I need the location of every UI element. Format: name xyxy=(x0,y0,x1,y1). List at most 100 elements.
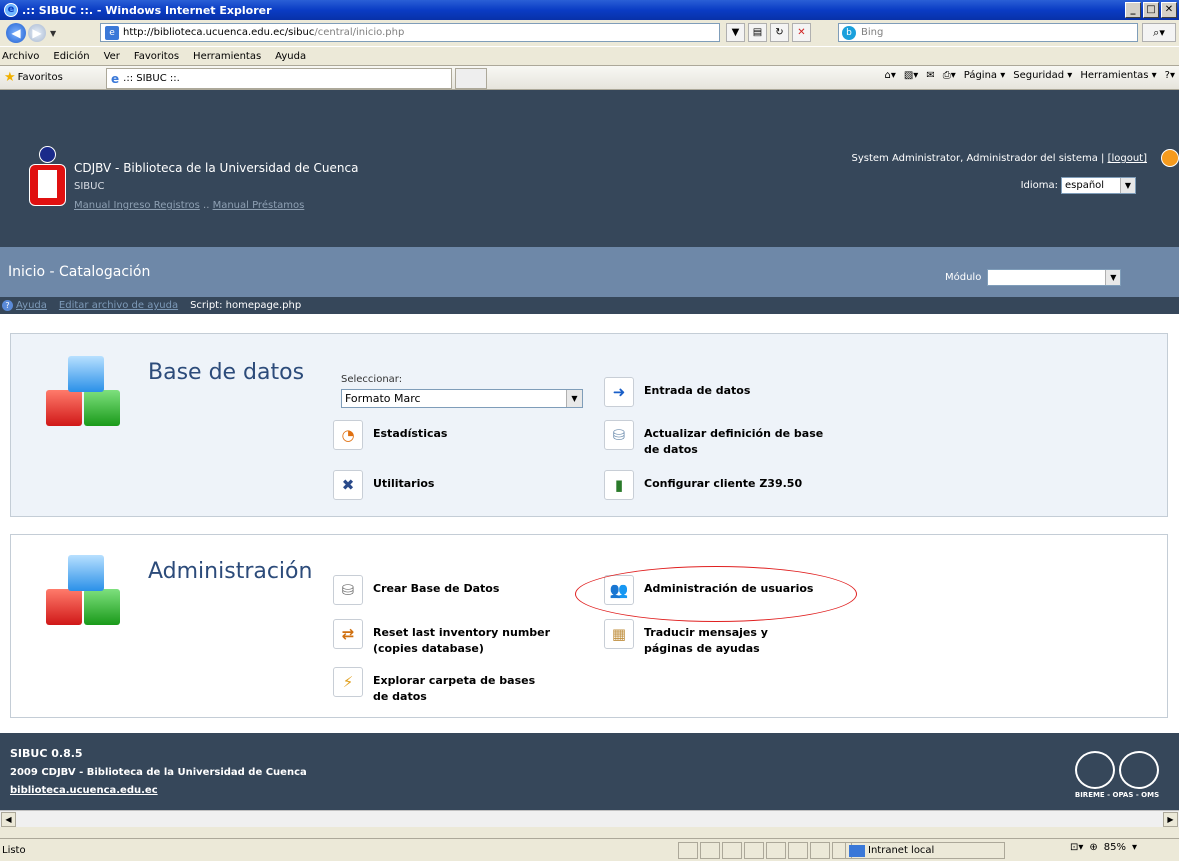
address-tools: ▼ ▤ ↻ ✕ xyxy=(726,23,811,42)
page-title: Inicio - Catalogación xyxy=(8,264,151,280)
chevron-down-icon: ▾ xyxy=(1132,842,1138,853)
estadisticas-button[interactable]: ◔ Estadísticas xyxy=(333,420,447,450)
module-select[interactable]: ▼ xyxy=(987,269,1122,286)
favorites-bar: ★ Favoritos e .:: SIBUC ::. ⌂▾ ▧▾ ✉ ⎙▾ P… xyxy=(0,66,1179,90)
cubes-icon xyxy=(43,555,129,631)
box-icon: ▦ xyxy=(604,619,634,649)
menu-favoritos[interactable]: Favoritos xyxy=(134,51,179,62)
history-dropdown-icon[interactable]: ▼ xyxy=(50,29,60,38)
minimize-button[interactable]: _ xyxy=(1125,2,1141,18)
tools-icon: ✖ xyxy=(333,470,363,500)
menu-archivo[interactable]: Archivo xyxy=(2,51,39,62)
sibuc-logo xyxy=(29,146,66,206)
folder-icon: ⚡ xyxy=(333,667,363,697)
command-bar: ⌂▾ ▧▾ ✉ ⎙▾ Página ▾ Seguridad ▾ Herramie… xyxy=(884,70,1175,81)
manual-ingreso-link[interactable]: Manual Ingreso Registros xyxy=(74,200,200,211)
status-bar: Listo Intranet local ⊡▾ ⊕ 85% ▾ xyxy=(0,838,1179,861)
mail-icon[interactable]: ✉ xyxy=(926,70,934,81)
power-icon[interactable] xyxy=(1161,149,1179,167)
favorites-button[interactable]: ★ Favoritos xyxy=(4,70,63,85)
site-subtitle: SIBUC xyxy=(74,181,105,192)
help-icon[interactable]: ?▾ xyxy=(1165,70,1175,81)
scroll-right-icon[interactable]: ▶ xyxy=(1163,812,1178,827)
chevron-down-icon: ▼ xyxy=(1120,178,1135,193)
arrow-right-icon: ➜ xyxy=(604,377,634,407)
configurar-z3950-button[interactable]: ▮ Configurar cliente Z39.50 xyxy=(604,470,802,500)
title-bar: e .:: SIBUC ::. - Windows Internet Explo… xyxy=(0,0,1179,20)
admin-panel: Administración ⛁ Crear Base de Datos 👥 A… xyxy=(10,534,1168,718)
edit-help-link[interactable]: Editar archivo de ayuda xyxy=(59,300,178,311)
web-page: CDJBV - Biblioteca de la Universidad de … xyxy=(0,90,1179,810)
panel-title: Base de datos xyxy=(148,360,305,385)
url-field[interactable]: e http://biblioteca.ucuenca.edu.ec/sibuc… xyxy=(100,23,720,42)
help-bar: ? Ayuda Editar archivo de ayuda Script: … xyxy=(0,297,1179,314)
zoom-control[interactable]: ⊡▾ ⊕ 85% ▾ xyxy=(1070,842,1137,853)
stop-icon[interactable]: ✕ xyxy=(792,23,811,42)
forward-button[interactable]: ▶ xyxy=(28,24,46,42)
book-search-icon: ▮ xyxy=(604,470,634,500)
intranet-icon xyxy=(849,845,865,857)
format-select[interactable]: Formato Marc ▼ xyxy=(341,389,583,408)
help-icon: ? xyxy=(2,300,13,311)
status-text: Listo xyxy=(2,844,26,856)
database-icon: ⛁ xyxy=(333,575,363,605)
menu-herramientas[interactable]: Herramientas xyxy=(193,51,261,62)
zoom-icon: ⊕ xyxy=(1089,842,1098,853)
scroll-left-icon[interactable]: ◀ xyxy=(1,812,16,827)
swap-arrows-icon: ⇄ xyxy=(333,619,363,649)
highlight-oval xyxy=(575,566,857,622)
help-link[interactable]: Ayuda xyxy=(16,300,47,311)
database-panel: Base de datos Seleccionar: Formato Marc … xyxy=(10,333,1168,517)
section-bar: Inicio - Catalogación Módulo ▼ xyxy=(0,247,1179,297)
url-dropdown-icon[interactable]: ▼ xyxy=(726,23,745,42)
maximize-button[interactable]: □ xyxy=(1143,2,1159,18)
menu-ayuda[interactable]: Ayuda xyxy=(275,51,306,62)
back-button[interactable]: ◀ xyxy=(6,23,26,43)
footer-url-link[interactable]: biblioteca.ucuenca.edu.ec xyxy=(10,785,158,796)
traducir-mensajes-button[interactable]: ▦ Traducir mensajes y páginas de ayudas xyxy=(604,619,804,657)
ie-icon: e xyxy=(4,3,18,17)
compatibility-icon[interactable]: ▤ xyxy=(748,23,767,42)
feeds-icon[interactable]: ▧▾ xyxy=(904,70,918,81)
actualizar-definicion-button[interactable]: ⛁ Actualizar definición de base de datos xyxy=(604,420,824,458)
bireme-logo: BIREME - OPAS - OMS xyxy=(1065,751,1169,801)
menu-edicion[interactable]: Edición xyxy=(53,51,89,62)
utilitarios-button[interactable]: ✖ Utilitarios xyxy=(333,470,434,500)
cubes-icon xyxy=(43,356,129,432)
security-menu[interactable]: Seguridad ▾ xyxy=(1013,70,1072,81)
print-icon[interactable]: ⎙▾ xyxy=(943,70,956,81)
status-cells xyxy=(678,842,852,859)
search-button[interactable]: ⌕▾ xyxy=(1142,23,1176,42)
user-info: System Administrator, Administrador del … xyxy=(851,153,1147,164)
logout-link[interactable]: [logout] xyxy=(1108,153,1147,164)
search-input[interactable]: b Bing xyxy=(838,23,1138,42)
protected-mode-icon[interactable]: ⊡▾ xyxy=(1070,842,1083,853)
select-label: Seleccionar: xyxy=(341,374,403,385)
chevron-down-icon: ▼ xyxy=(1105,270,1121,285)
bing-icon: b xyxy=(842,26,856,40)
site-name: CDJBV - Biblioteca de la Universidad de … xyxy=(74,161,359,175)
refresh-icon[interactable]: ↻ xyxy=(770,23,789,42)
close-button[interactable]: ✕ xyxy=(1161,2,1177,18)
browser-window: e .:: SIBUC ::. - Windows Internet Explo… xyxy=(0,0,1179,861)
horizontal-scrollbar[interactable]: ◀ ▶ xyxy=(0,810,1179,827)
chevron-down-icon: ▼ xyxy=(566,390,582,407)
menu-ver[interactable]: Ver xyxy=(104,51,120,62)
site-header: CDJBV - Biblioteca de la Universidad de … xyxy=(0,90,1179,247)
script-label: Script: homepage.php xyxy=(190,300,302,311)
entrada-datos-button[interactable]: ➜ Entrada de datos xyxy=(604,377,750,407)
footer-copyright: 2009 CDJBV - Biblioteca de la Universida… xyxy=(10,767,307,778)
menu-bar: Archivo Edición Ver Favoritos Herramient… xyxy=(0,46,1179,66)
home-icon[interactable]: ⌂▾ xyxy=(884,70,895,81)
manual-prestamos-link[interactable]: Manual Préstamos xyxy=(213,200,305,211)
window-title: .:: SIBUC ::. - Windows Internet Explore… xyxy=(22,3,272,17)
language-select[interactable]: español ▼ xyxy=(1061,177,1136,194)
panel-title: Administración xyxy=(148,559,313,584)
reset-inventory-button[interactable]: ⇄ Reset last inventory number (copies da… xyxy=(333,619,553,657)
new-tab-button[interactable] xyxy=(455,68,487,89)
crear-base-datos-button[interactable]: ⛁ Crear Base de Datos xyxy=(333,575,499,605)
browser-tab[interactable]: e .:: SIBUC ::. xyxy=(106,68,452,89)
tools-menu[interactable]: Herramientas ▾ xyxy=(1080,70,1156,81)
page-menu[interactable]: Página ▾ xyxy=(964,70,1006,81)
explorar-carpeta-button[interactable]: ⚡ Explorar carpeta de bases de datos xyxy=(333,667,553,705)
